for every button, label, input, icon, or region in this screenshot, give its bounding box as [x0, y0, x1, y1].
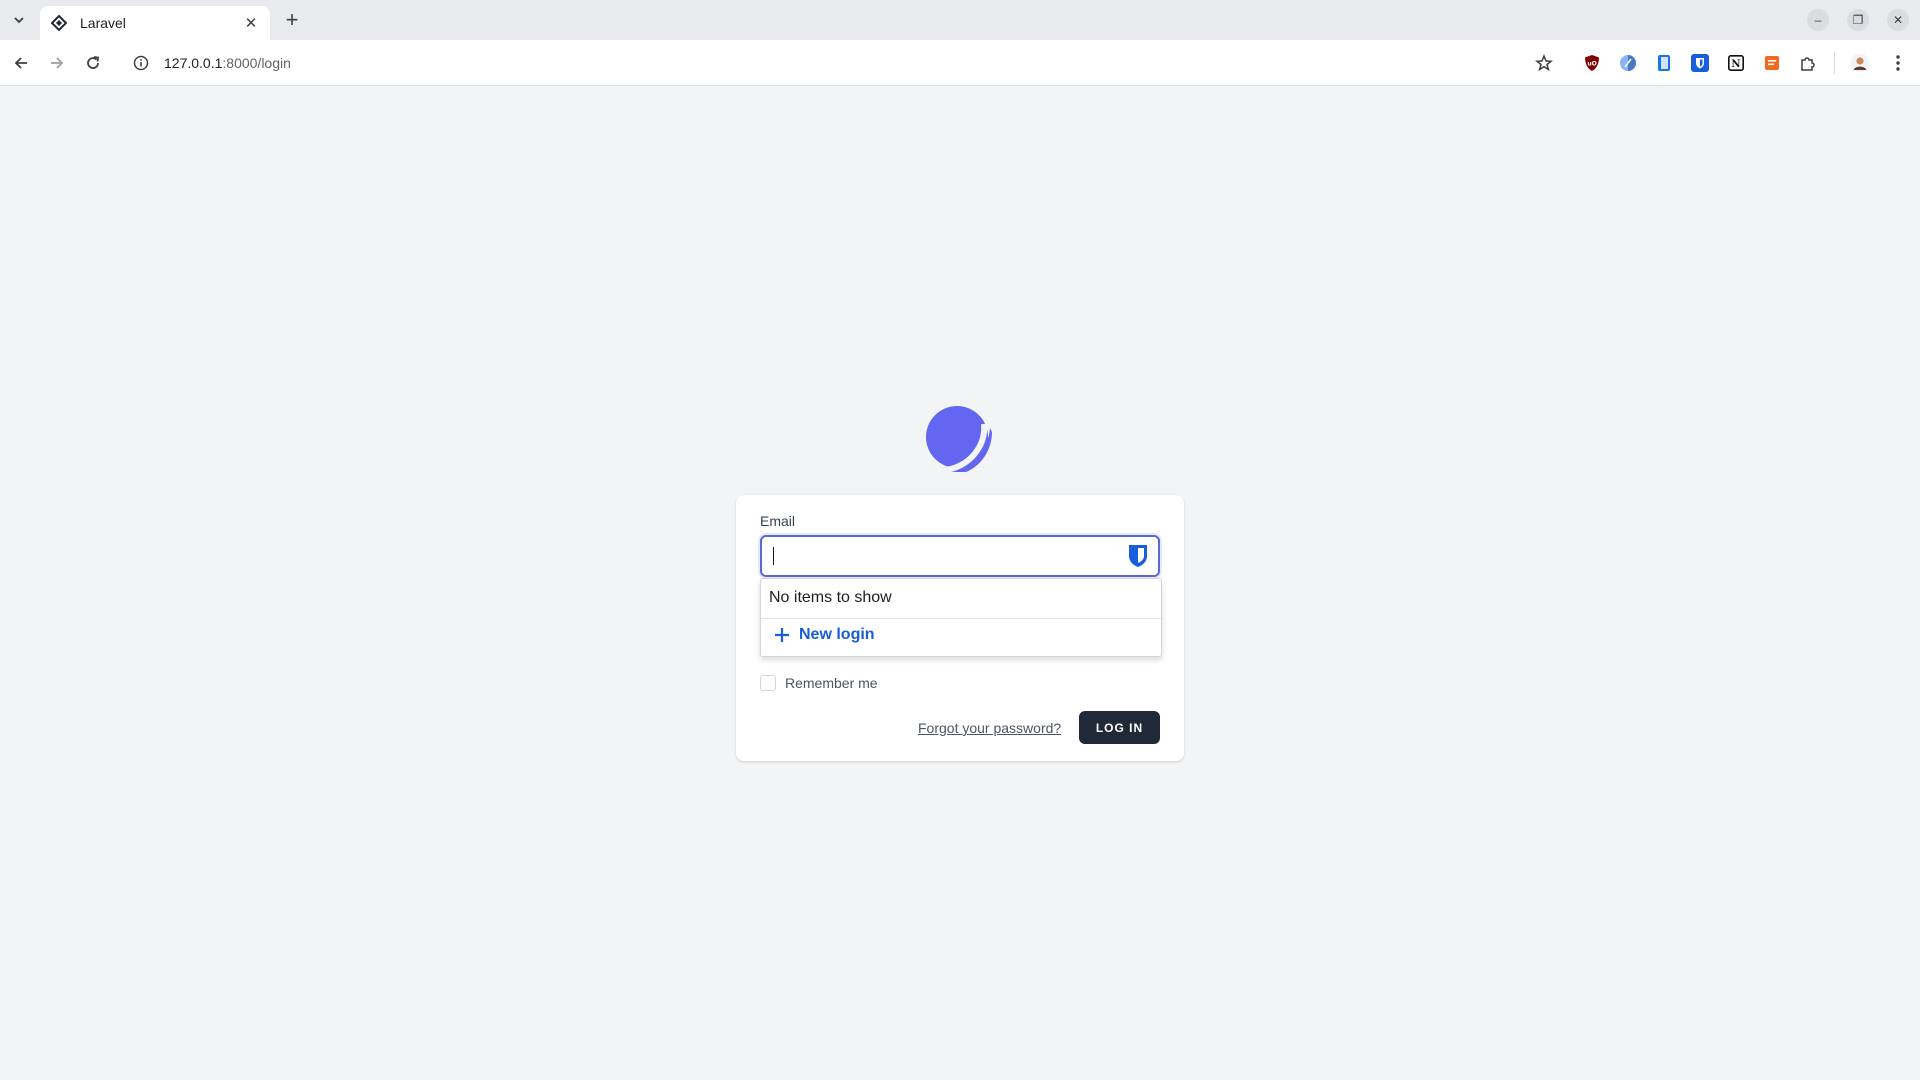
remember-me: Remember me [760, 675, 878, 691]
reload-icon [87, 56, 100, 69]
restore-button[interactable]: ❐ [1847, 9, 1869, 31]
svg-text:uO: uO [1587, 61, 1596, 68]
reload-button[interactable] [81, 51, 105, 75]
svg-text:N: N [1731, 59, 1740, 70]
email-field[interactable] [760, 535, 1160, 577]
laravel-favicon-icon [50, 14, 68, 32]
close-window-button[interactable]: ✕ [1887, 9, 1909, 31]
orange-extension-icon[interactable] [1762, 53, 1782, 73]
tab-search-button[interactable] [6, 8, 32, 32]
login-button[interactable]: LOG IN [1079, 711, 1160, 744]
privacy-extension-icon[interactable] [1618, 53, 1638, 73]
back-button[interactable] [9, 51, 33, 75]
reader-extension-icon[interactable] [1654, 53, 1674, 73]
remember-me-checkbox[interactable] [760, 675, 776, 691]
plus-icon [775, 628, 789, 642]
ublock-icon[interactable]: uO [1582, 53, 1602, 73]
arrow-right-icon [51, 57, 64, 69]
url-text: 127.0.0.1:8000/login [164, 55, 291, 71]
profile-avatar-icon[interactable] [1850, 53, 1870, 73]
tab-strip: Laravel ✕ + – ❐ ✕ [0, 0, 1920, 40]
email-label: Email [760, 513, 796, 529]
remember-me-label: Remember me [785, 675, 878, 691]
puzzle-extensions-icon[interactable] [1798, 53, 1818, 73]
notion-extension-icon[interactable]: N [1726, 53, 1746, 73]
forgot-password-link[interactable]: Forgot your password? [918, 720, 1061, 736]
tab-laravel[interactable]: Laravel ✕ [40, 6, 270, 40]
browser-menu-icon[interactable] [1888, 53, 1908, 73]
new-login-label: New login [799, 626, 875, 643]
application-logo-icon [926, 406, 992, 472]
bitwarden-extension-icon[interactable] [1690, 53, 1710, 73]
menu-divider [761, 618, 1161, 619]
bitwarden-inline-menu: No items to show New login [760, 578, 1162, 657]
tab-title: Laravel [80, 15, 126, 31]
tab-close-icon[interactable]: ✕ [242, 14, 260, 32]
toolbar-separator [1834, 52, 1835, 74]
bitwarden-shield-icon[interactable] [1127, 544, 1149, 568]
no-items-text: No items to show [769, 589, 892, 606]
new-login-button[interactable]: New login [773, 626, 875, 644]
site-info-icon[interactable] [132, 54, 150, 72]
text-caret [773, 547, 774, 565]
address-bar[interactable]: 127.0.0.1:8000/login [122, 46, 1568, 80]
new-tab-button[interactable]: + [280, 8, 304, 32]
bookmark-star-icon[interactable] [1532, 51, 1556, 75]
forward-button[interactable] [45, 51, 69, 75]
chevron-down-icon [14, 17, 24, 24]
arrow-left-icon [14, 57, 27, 69]
minimize-button[interactable]: – [1807, 9, 1829, 31]
